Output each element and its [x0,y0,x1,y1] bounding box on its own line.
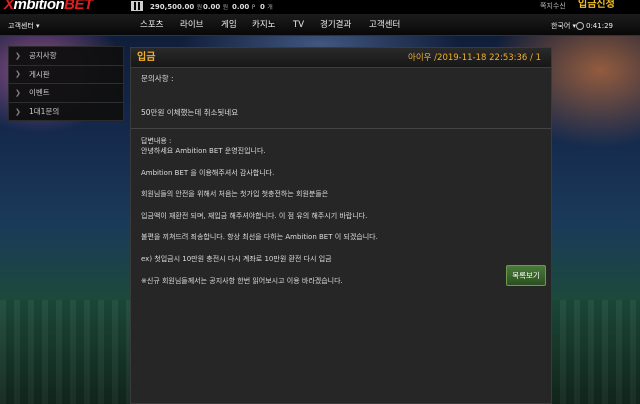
page-title: 입금 [137,52,156,63]
answer-line: ex) 첫입금시 10만원 충전시 다시 계좌로 10만원 환전 다시 입금 [141,254,332,263]
nav-live[interactable]: 라이브 [180,19,203,31]
answer-spacer [141,156,541,168]
answer-body: 답변내용 : 안녕하세요 Ambition BET 운영진입니다. Ambition… [141,136,541,286]
inquiry-meta: 아이우 /2019-11-18 22:53:36 / 1 [408,53,541,63]
list-button[interactable]: 목록보기 [506,265,546,286]
answer-spacer [141,242,541,254]
answer-line: 회원님들의 안전을 위해서 처음는 첫가입 첫충전하는 회원분들은 [141,190,329,199]
sidebar-item-board[interactable]: ❯ 게시판 [9,66,123,84]
panel-header: 입금 아이우 /2019-11-18 22:53:36 / 1 [131,48,551,68]
inquiry-detail-panel: 입금 아이우 /2019-11-18 22:53:36 / 1 문의사항 : 5… [130,47,552,404]
nav-sports[interactable]: 스포츠 [140,19,163,31]
answer-spacer [141,264,541,276]
chevron-right-icon: ❯ [15,70,21,79]
clock-icon [576,22,584,30]
answer-line: 불편을 끼쳐드려 죄송합니다. 항상 최선을 다하는 Ambition BET … [141,233,378,242]
answer-spacer [141,199,541,211]
message-count: 0 개 [260,3,273,11]
cs-dropdown[interactable]: 고객센터 ▾ [8,21,40,31]
point-balance: 0.00 P [232,3,256,11]
answer-line: 답변내용 : [141,137,172,145]
sidebar-item-notice[interactable]: ❯ 공지사항 [9,47,123,66]
side-menu: ❯ 공지사항 ❯ 게시판 ❯ 이벤트 ❯ 1대1문의 [8,46,124,121]
answer-line: Ambition BET 을 이용해주셔서 감사합니다. [141,168,275,177]
chevron-right-icon: ❯ [15,88,21,97]
deposit-request-link[interactable]: 입금신청 [578,0,615,12]
answer-line: 입금액이 재환전 되며, 재입금 해주셔야합니다. 이 점 유의 해주시기 바랍… [141,211,368,220]
nav-results[interactable]: 경기결과 [320,19,351,31]
answer-spacer [141,178,541,190]
answer-line: ※신규 회원님들께서는 공지사항 한번 읽어보시고 이용 바라겠습니다. [141,276,343,285]
bonus-balance: 0.00 원 [203,3,229,11]
balance-icon [131,1,143,11]
money-balance: 290,500.00 원 [150,3,203,11]
main-nav: 고객센터 ▾ 스포츠 라이브 게임 카지노 TV 경기결과 고객센터 한국어 ▾… [0,14,640,36]
language-select[interactable]: 한국어 ▾ [551,21,576,31]
answer-spacer [141,221,541,233]
inbox-link[interactable]: 쪽지수신 [540,0,566,12]
chevron-right-icon: ❯ [15,51,21,60]
divider [131,128,551,129]
chevron-right-icon: ❯ [15,107,21,116]
top-bar: XmbitionBET 290,500.00 원 0.00 원 0.00 P 0… [0,0,640,14]
question-label: 문의사항 : [141,74,174,83]
nav-support[interactable]: 고객센터 [369,19,400,31]
clock-time: 0:41:29 [586,22,613,30]
question-text: 50만원 이체했는데 취소됫네요 [141,108,239,117]
sidebar-item-event[interactable]: ❯ 이벤트 [9,84,123,103]
answer-line: 안녕하세요 Ambition BET 운영진입니다. [141,147,266,155]
sidebar-item-inquiry[interactable]: ❯ 1대1문의 [9,103,123,122]
nav-tv[interactable]: TV [293,19,304,31]
site-logo[interactable]: XmbitionBET [4,0,93,13]
nav-casino[interactable]: 카지노 [252,19,275,31]
nav-game[interactable]: 게임 [221,19,237,31]
